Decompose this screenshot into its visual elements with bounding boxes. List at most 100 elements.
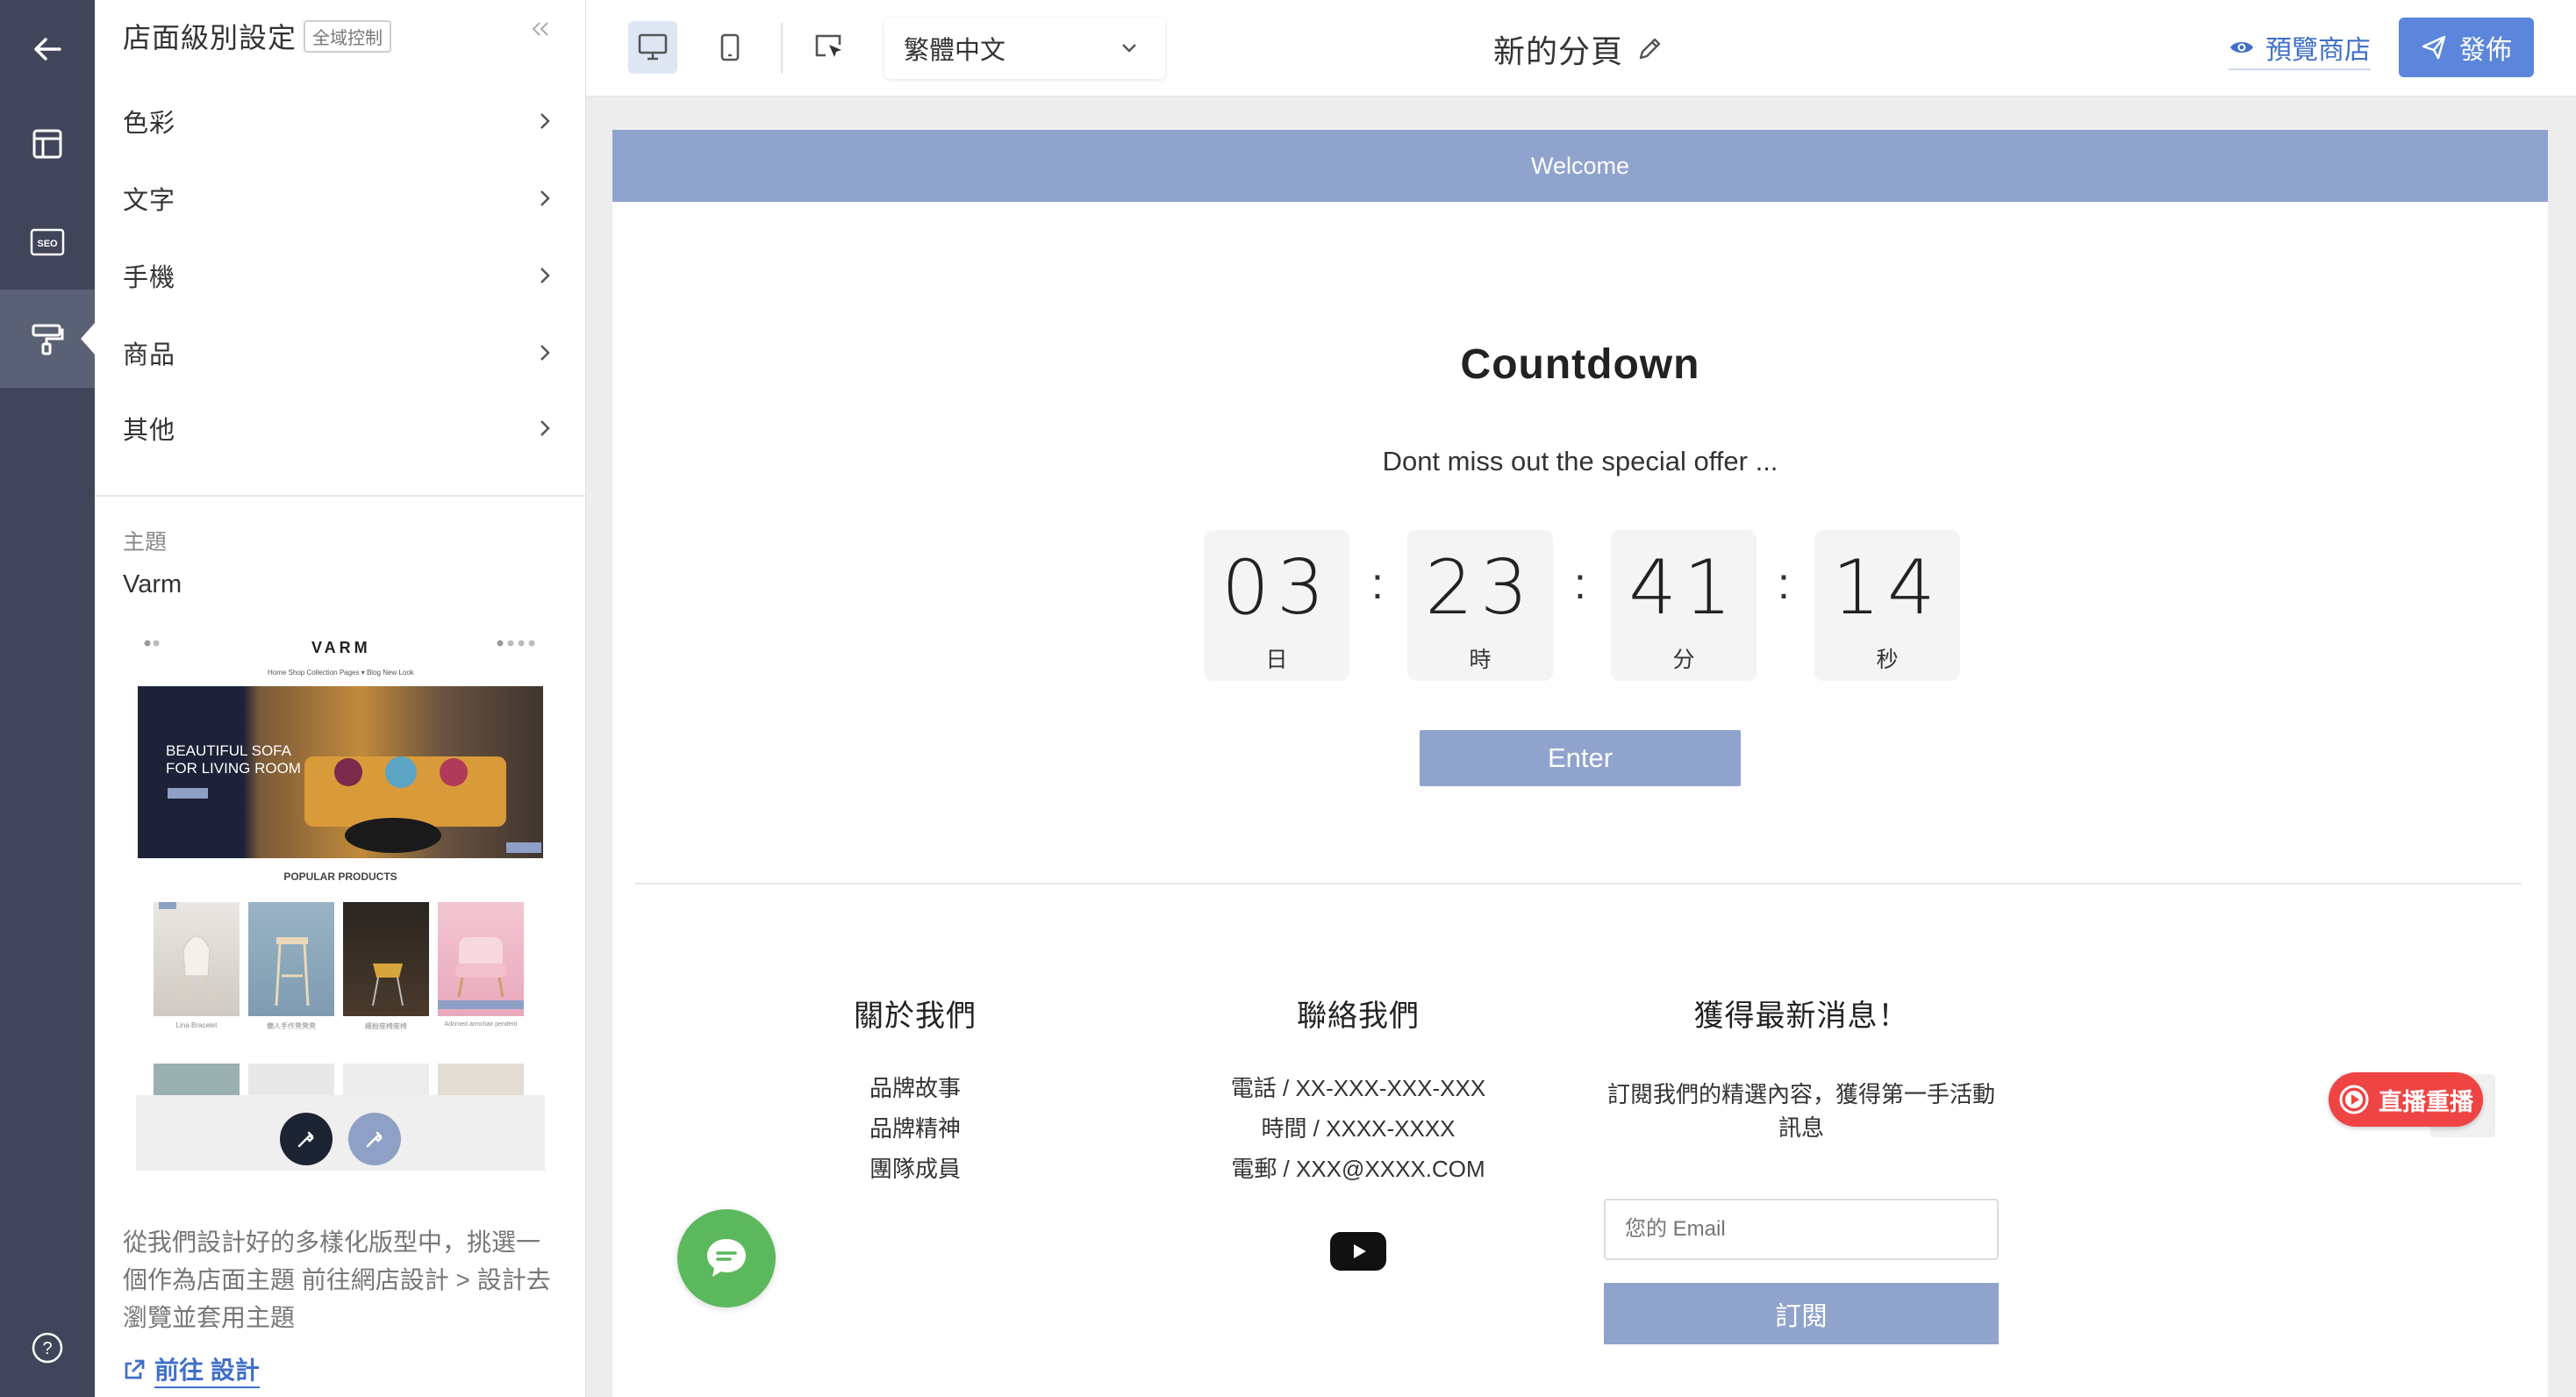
language-select[interactable]: 繁體中文: [884, 18, 1165, 79]
cursor-select-icon: [813, 32, 847, 62]
double-chevron-left-icon: [531, 19, 550, 39]
footer-contact-hours: 時間 / XXXX-XXXX: [1261, 1115, 1456, 1142]
chevron-right-icon: [539, 419, 551, 438]
newsletter-description: 訂閱我們的精選內容，獲得第一手活動訊息: [1606, 1081, 1995, 1141]
select-element-button[interactable]: [805, 21, 855, 74]
product-thumb-label: 懶人手作凳凳凳: [267, 1022, 316, 1030]
back-button[interactable]: [0, 0, 95, 98]
svg-text:SEO: SEO: [37, 239, 58, 249]
countdown-separator: :: [1371, 559, 1384, 608]
product-thumb-row2: [438, 1064, 524, 1099]
email-input[interactable]: [1604, 1199, 1999, 1260]
theme-preview-hero-text: BEAUTIFUL SOFA FOR LIVING ROOM: [166, 742, 301, 777]
product-thumb: [154, 902, 240, 1016]
mobile-icon: [720, 33, 740, 61]
theme-name: Varm: [123, 570, 182, 598]
footer-about-link[interactable]: 品牌精神: [814, 1108, 1016, 1149]
product-thumb-row2: [343, 1064, 429, 1099]
menu-item-products[interactable]: 商品: [123, 314, 551, 391]
goto-design-link[interactable]: 前往 設計: [123, 1351, 260, 1388]
coffee-table-shape: [345, 818, 441, 853]
product-thumb-label: Lina Bracelet: [175, 1021, 218, 1029]
layout-icon: [32, 128, 63, 160]
pencil-icon[interactable]: [1623, 35, 1664, 63]
theme-preview-header: VARM Home Shop Collection Pages ▾ Blog N…: [136, 623, 545, 684]
menu-item-label: 商品: [123, 341, 176, 369]
theme-preview-thumbnail[interactable]: VARM Home Shop Collection Pages ▾ Blog N…: [136, 623, 545, 1171]
panel-header: 店面級別設定 全域控制: [123, 16, 392, 56]
theme-preview-hero: BEAUTIFUL SOFA FOR LIVING ROOM: [138, 686, 543, 858]
top-toolbar: 繁體中文 新的分頁 預覽商店 發佈: [586, 0, 2576, 97]
chevron-down-icon: [1121, 43, 1137, 54]
theme-preview-popular-title: POPULAR PRODUCTS: [283, 870, 397, 883]
footer-about-link[interactable]: 團隊成員: [814, 1149, 1016, 1189]
footer-newsletter-column: 獲得最新消息！: [1602, 992, 2000, 1035]
page-name[interactable]: 新的分頁: [1493, 26, 1664, 72]
footer-contact-title: 聯絡我們: [1297, 999, 1420, 1033]
menu-item-text[interactable]: 文字: [123, 160, 551, 237]
page-name-text: 新的分頁: [1493, 33, 1624, 69]
countdown-title: Countdown: [1460, 341, 1700, 388]
eyedropper-icon: [295, 1128, 318, 1150]
preview-store-link[interactable]: 預覽商店: [2229, 28, 2371, 70]
store-settings-button[interactable]: [0, 290, 95, 388]
collapse-panel-button[interactable]: [531, 19, 550, 39]
menu-item-mobile[interactable]: 手機: [123, 237, 551, 314]
eyedropper-icon: [363, 1128, 386, 1150]
theme-section-label: 主題: [123, 530, 168, 555]
language-select-value: 繁體中文: [904, 37, 1006, 65]
play-circle-icon: [2338, 1084, 2379, 1115]
footer-about-column: 關於我們 品牌故事 品牌精神 團隊成員: [814, 992, 1016, 1189]
countdown-hours: 23 時: [1407, 530, 1553, 681]
help-icon: ?: [31, 1331, 64, 1365]
countdown-separator: :: [1574, 559, 1586, 608]
chevron-right-icon: [539, 111, 551, 131]
seo-button[interactable]: SEO: [0, 193, 95, 291]
chat-button[interactable]: [677, 1209, 776, 1307]
help-button[interactable]: ?: [0, 1299, 95, 1397]
menu-item-colors[interactable]: 色彩: [123, 82, 551, 160]
paint-roller-icon: [30, 321, 65, 356]
theme-preview-logo: VARM: [311, 639, 371, 656]
dots-icon: [144, 640, 160, 647]
settings-panel: 店面級別設定 全域控制 色彩 文字 手機 商品 其他 主題 Varm VARM …: [95, 0, 586, 1397]
pillows-shape: [334, 756, 468, 788]
publish-button[interactable]: 發佈: [2399, 18, 2534, 77]
publish-label: 發佈: [2459, 36, 2512, 65]
mobile-view-button[interactable]: [705, 21, 755, 74]
footer-contact-phone: 電話 / XX-XXX-XXX-XXX: [1230, 1075, 1486, 1101]
announcement-bar[interactable]: Welcome: [612, 130, 2548, 202]
section-divider: [635, 883, 2522, 885]
desktop-view-button[interactable]: [628, 21, 677, 74]
live-replay-badge[interactable]: 直播重播: [2329, 1072, 2483, 1127]
back-arrow-icon: [30, 32, 65, 67]
countdown-minutes-label: 分: [1672, 648, 1695, 672]
product-thumb-row2: [154, 1064, 240, 1099]
product-thumb: [343, 902, 429, 1016]
theme-preview-hero-button: [168, 788, 208, 799]
countdown-seconds-label: 秒: [1876, 648, 1899, 672]
footer-about-title: 關於我們: [854, 999, 977, 1033]
countdown-seconds: 14 秒: [1814, 530, 1960, 681]
product-thumb-label: 繽紛座椅座椅: [365, 1022, 407, 1030]
menu-item-label: 文字: [123, 187, 176, 215]
menu-item-other[interactable]: 其他: [123, 390, 551, 467]
dropper-dark-button[interactable]: [280, 1113, 333, 1165]
product-thumb-row2: [248, 1064, 334, 1099]
countdown-hours-value: 23: [1425, 544, 1535, 632]
dropper-light-button[interactable]: [348, 1113, 401, 1165]
layout-button[interactable]: [0, 95, 95, 193]
slider-arrows: [506, 842, 541, 853]
countdown-seconds-value: 14: [1832, 544, 1943, 632]
footer-about-link[interactable]: 品牌故事: [814, 1068, 1016, 1108]
menu-item-label: 其他: [123, 417, 176, 445]
countdown-hours-label: 時: [1469, 648, 1492, 672]
product-thumb: [438, 902, 524, 1016]
panel-title: 店面級別設定: [123, 22, 297, 54]
svg-text:?: ?: [42, 1339, 52, 1358]
goto-design-label: 前往 設計: [154, 1351, 260, 1388]
toolbar-separator: [781, 23, 783, 74]
enter-button[interactable]: Enter: [1420, 730, 1741, 786]
youtube-icon[interactable]: [1330, 1232, 1386, 1271]
subscribe-button[interactable]: 訂閱: [1604, 1283, 1999, 1344]
